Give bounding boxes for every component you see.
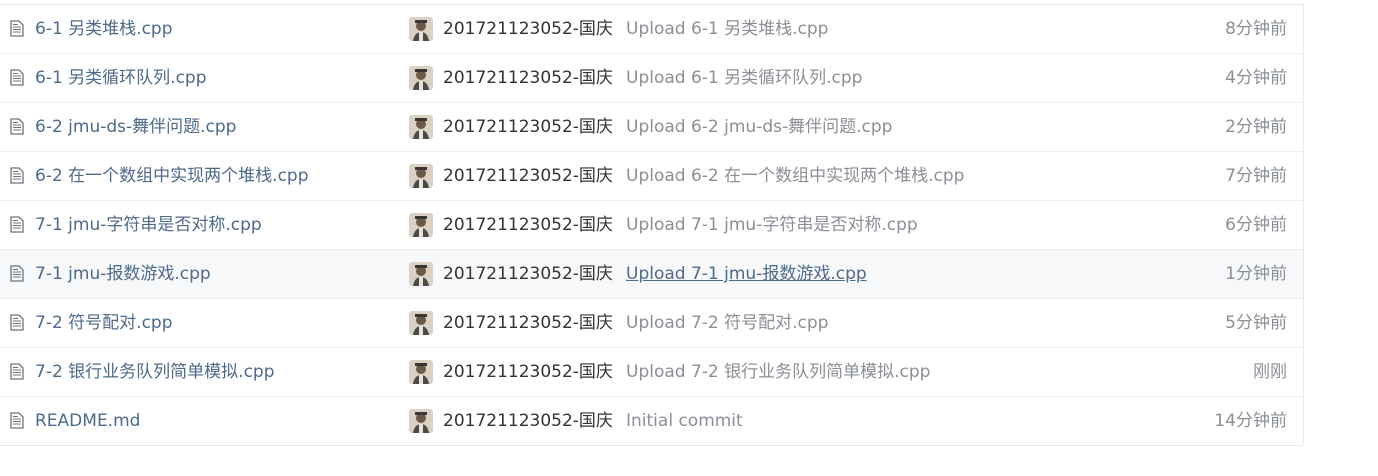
commit-message-link[interactable]: Upload 7-1 jmu-字符串是否对称.cpp (626, 214, 918, 236)
commit-message-link[interactable]: Upload 7-1 jmu-报数游戏.cpp (626, 263, 867, 285)
commit-author[interactable]: 201721123052-国庆 (443, 214, 613, 236)
commit-time: 刚刚 (1253, 362, 1287, 382)
file-text-icon (10, 118, 24, 135)
commit-time: 7分钟前 (1225, 166, 1287, 186)
commit-author[interactable]: 201721123052-国庆 (443, 18, 613, 40)
commit-author[interactable]: 201721123052-国庆 (443, 312, 613, 334)
file-text-icon (10, 412, 24, 429)
author-avatar[interactable] (409, 164, 433, 188)
author-avatar[interactable] (409, 115, 433, 139)
file-name-link[interactable]: 7-1 jmu-字符串是否对称.cpp (35, 214, 262, 236)
file-row: 7-1 jmu-字符串是否对称.cpp 201721123052-国庆 Uplo… (0, 201, 1303, 250)
commit-time: 8分钟前 (1225, 19, 1287, 39)
file-text-icon (10, 20, 24, 37)
file-text-icon (10, 216, 24, 233)
commit-message-link[interactable]: Upload 6-1 另类循环队列.cpp (626, 67, 862, 89)
commit-time: 2分钟前 (1225, 117, 1287, 137)
commit-message-link[interactable]: Upload 7-2 银行业务队列简单模拟.cpp (626, 361, 930, 383)
file-text-icon (10, 167, 24, 184)
file-name-link[interactable]: README.md (35, 410, 140, 432)
file-list-table: 6-1 另类堆栈.cpp 201721123052-国庆 Upload 6-1 … (0, 4, 1304, 446)
commit-message-link[interactable]: Upload 6-1 另类堆栈.cpp (626, 18, 828, 40)
author-avatar[interactable] (409, 262, 433, 286)
file-row: README.md 201721123052-国庆 Initial commit… (0, 397, 1303, 445)
commit-time: 1分钟前 (1225, 264, 1287, 284)
file-text-icon (10, 314, 24, 331)
author-avatar[interactable] (409, 17, 433, 41)
commit-time: 6分钟前 (1225, 215, 1287, 235)
commit-time: 4分钟前 (1225, 68, 1287, 88)
commit-message-link[interactable]: Upload 6-2 在一个数组中实现两个堆栈.cpp (626, 165, 964, 187)
file-row: 6-2 在一个数组中实现两个堆栈.cpp 201721123052-国庆 Upl… (0, 152, 1303, 201)
file-name-link[interactable]: 7-1 jmu-报数游戏.cpp (35, 263, 211, 285)
file-name-link[interactable]: 7-2 银行业务队列简单模拟.cpp (35, 361, 275, 383)
author-avatar[interactable] (409, 311, 433, 335)
file-text-icon (10, 363, 24, 380)
author-avatar[interactable] (409, 360, 433, 384)
file-row: 6-1 另类循环队列.cpp 201721123052-国庆 Upload 6-… (0, 54, 1303, 103)
commit-message-link[interactable]: Upload 6-2 jmu-ds-舞伴问题.cpp (626, 116, 892, 138)
commit-author[interactable]: 201721123052-国庆 (443, 67, 613, 89)
commit-message-link[interactable]: Upload 7-2 符号配对.cpp (626, 312, 828, 334)
file-name-link[interactable]: 6-1 另类堆栈.cpp (35, 18, 173, 40)
commit-author[interactable]: 201721123052-国庆 (443, 410, 613, 432)
file-name-link[interactable]: 6-1 另类循环队列.cpp (35, 67, 207, 89)
commit-time: 5分钟前 (1225, 313, 1287, 333)
file-row-hovered: 7-1 jmu-报数游戏.cpp 201721123052-国庆 Upload … (0, 250, 1303, 299)
file-row: 6-2 jmu-ds-舞伴问题.cpp 201721123052-国庆 Uplo… (0, 103, 1303, 152)
file-row: 6-1 另类堆栈.cpp 201721123052-国庆 Upload 6-1 … (0, 5, 1303, 54)
file-name-link[interactable]: 6-2 在一个数组中实现两个堆栈.cpp (35, 165, 309, 187)
file-name-link[interactable]: 7-2 符号配对.cpp (35, 312, 173, 334)
author-avatar[interactable] (409, 213, 433, 237)
file-text-icon (10, 265, 24, 282)
author-avatar[interactable] (409, 409, 433, 433)
file-row: 7-2 符号配对.cpp 201721123052-国庆 Upload 7-2 … (0, 299, 1303, 348)
file-text-icon (10, 69, 24, 86)
commit-author[interactable]: 201721123052-国庆 (443, 263, 613, 285)
file-row: 7-2 银行业务队列简单模拟.cpp 201721123052-国庆 Uploa… (0, 348, 1303, 397)
author-avatar[interactable] (409, 66, 433, 90)
commit-author[interactable]: 201721123052-国庆 (443, 361, 613, 383)
file-name-link[interactable]: 6-2 jmu-ds-舞伴问题.cpp (35, 116, 236, 138)
commit-message-link[interactable]: Initial commit (626, 410, 743, 432)
commit-author[interactable]: 201721123052-国庆 (443, 165, 613, 187)
commit-author[interactable]: 201721123052-国庆 (443, 116, 613, 138)
commit-time: 14分钟前 (1214, 411, 1287, 431)
